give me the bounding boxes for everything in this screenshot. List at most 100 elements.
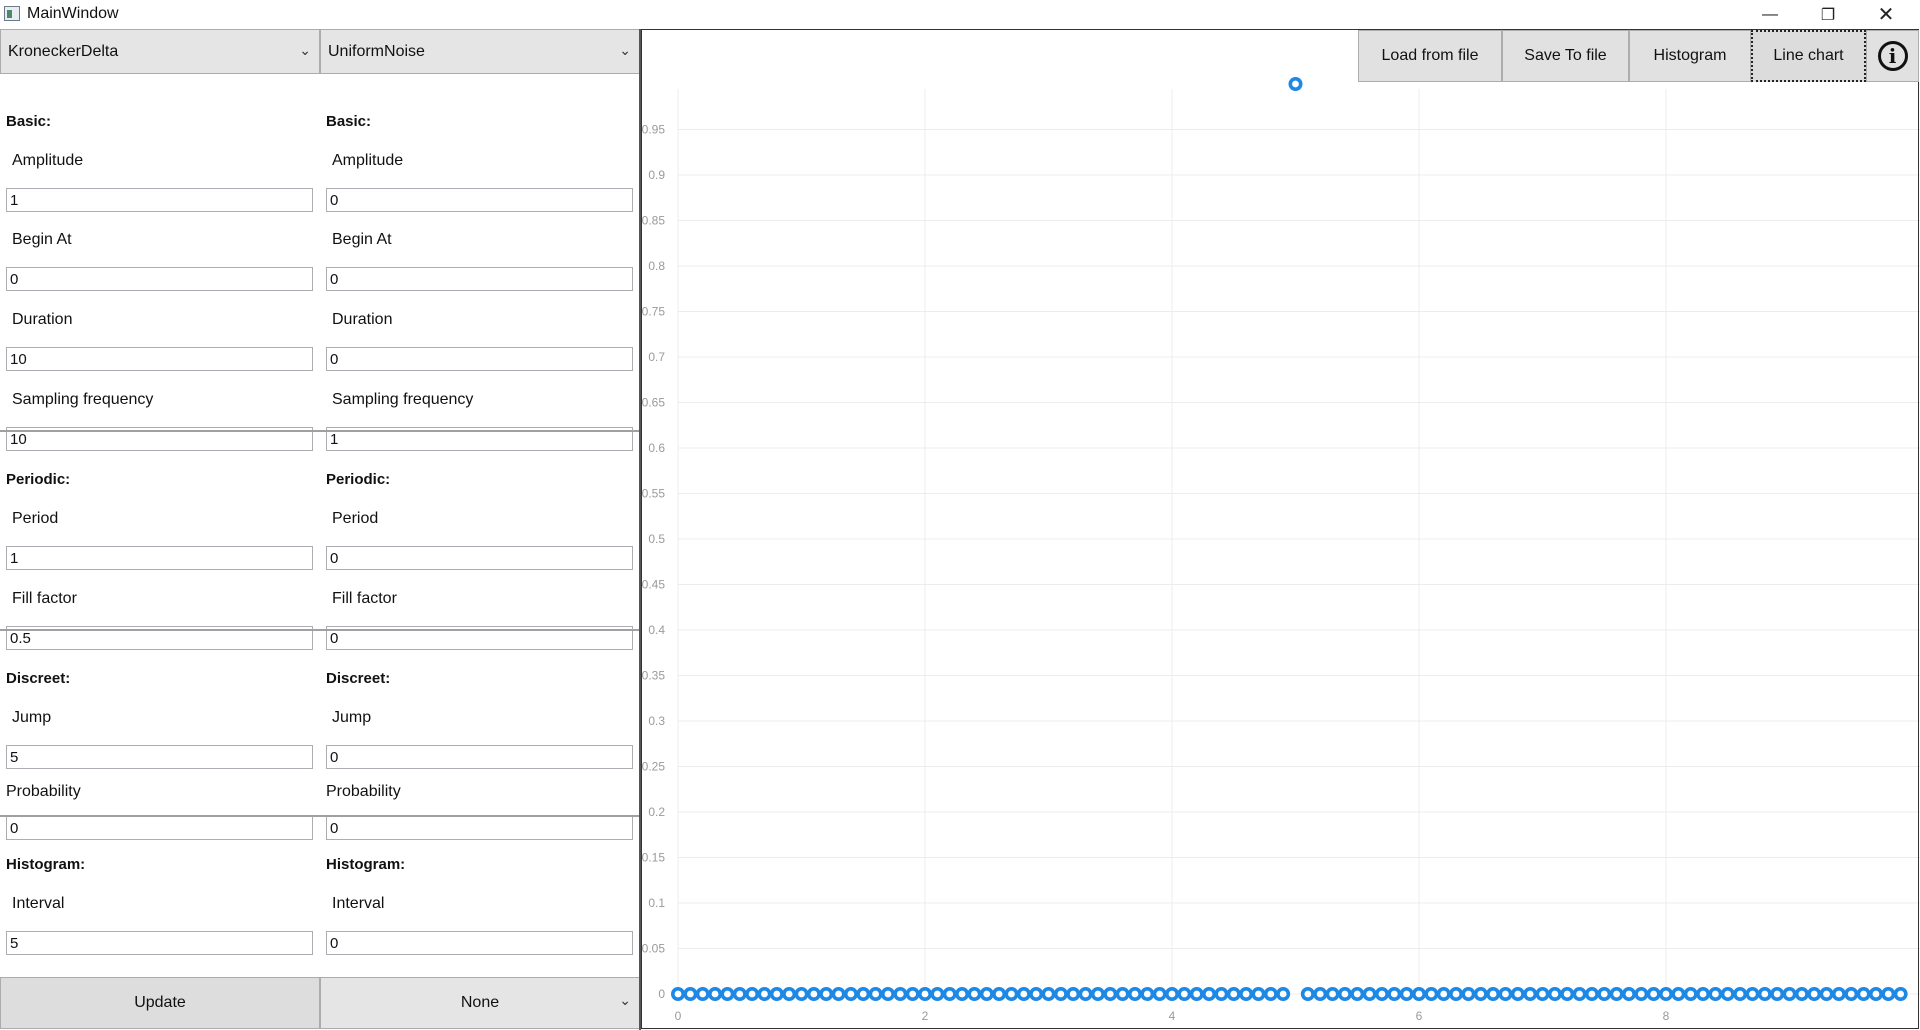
data-point	[1053, 986, 1068, 1001]
data-point	[1696, 986, 1711, 1001]
data-point	[720, 986, 735, 1001]
y-tick-label: 0.5	[648, 532, 665, 546]
data-point	[1004, 986, 1019, 1001]
close-icon[interactable]: ✕	[1858, 0, 1914, 29]
interval-input[interactable]	[326, 931, 633, 955]
data-point	[1152, 986, 1167, 1001]
interval-label: Interval	[12, 895, 65, 912]
data-point	[1634, 986, 1649, 1001]
data-point	[1856, 986, 1871, 1001]
data-point	[1807, 986, 1822, 1001]
chevron-down-icon: ⌄	[619, 992, 631, 1008]
y-tick-label: 0.25	[642, 760, 666, 774]
load-from-file-button[interactable]: Load from file	[1358, 30, 1502, 82]
x-tick-label: 4	[1169, 1009, 1176, 1023]
operation-select[interactable]: None ⌄	[320, 977, 640, 1029]
histogram-button[interactable]: Histogram	[1629, 30, 1751, 82]
y-tick-label: 0.15	[642, 851, 666, 865]
data-point	[1350, 986, 1365, 1001]
data-point	[1461, 986, 1476, 1001]
data-point	[1881, 986, 1896, 1001]
y-tick-label: 0.35	[642, 669, 666, 683]
signal-type-select-1[interactable]: KroneckerDelta ⌄	[0, 29, 320, 74]
data-point	[1313, 986, 1328, 1001]
y-tick-label: 0.7	[648, 350, 665, 364]
data-point	[1770, 986, 1785, 1001]
signal-type-select-2[interactable]: UniformNoise ⌄	[320, 29, 640, 74]
info-button[interactable]: i	[1866, 30, 1919, 82]
data-point	[1140, 986, 1155, 1001]
data-point	[1473, 986, 1488, 1001]
begin-at-input[interactable]	[6, 267, 313, 291]
sampling-frequency-label: Sampling frequency	[12, 391, 154, 408]
begin-at-input[interactable]	[326, 267, 633, 291]
data-point	[1239, 986, 1254, 1001]
data-point	[1041, 986, 1056, 1001]
data-point	[1523, 986, 1538, 1001]
amplitude-input[interactable]	[6, 188, 313, 212]
begin-at-label: Begin At	[12, 231, 72, 248]
duration-input[interactable]	[326, 347, 633, 371]
window-title: MainWindow	[27, 5, 119, 22]
data-point	[880, 986, 895, 1001]
minimize-icon[interactable]: —	[1742, 0, 1798, 29]
jump-input[interactable]	[326, 745, 633, 769]
basic-section-title: Basic:	[6, 113, 52, 130]
histogram-section-title: Histogram:	[6, 856, 86, 873]
app-icon	[4, 6, 20, 21]
line-chart-button[interactable]: Line chart	[1751, 30, 1866, 82]
data-point	[1214, 986, 1229, 1001]
histogram-section-title: Histogram:	[326, 856, 406, 873]
data-point	[670, 986, 685, 1001]
data-point	[1090, 986, 1105, 1001]
data-point	[1486, 986, 1501, 1001]
x-tick-label: 8	[1663, 1009, 1670, 1023]
data-point	[1399, 986, 1414, 1001]
data-point	[1819, 986, 1834, 1001]
data-point	[757, 986, 772, 1001]
data-point	[843, 986, 858, 1001]
basic-section-title: Basic:	[326, 113, 372, 130]
data-point	[1498, 986, 1513, 1001]
periodic-section-title: Periodic:	[6, 471, 71, 488]
data-point	[1572, 986, 1587, 1001]
period-input[interactable]	[6, 546, 313, 570]
restore-icon[interactable]: ❐	[1800, 0, 1856, 29]
data-point	[1164, 986, 1179, 1001]
probability-input[interactable]	[326, 816, 633, 840]
data-point	[1066, 986, 1081, 1001]
data-point	[1609, 986, 1624, 1001]
update-button[interactable]: Update	[0, 977, 320, 1029]
data-point	[1424, 986, 1439, 1001]
data-point	[1708, 986, 1723, 1001]
data-point	[905, 986, 920, 1001]
data-point	[1658, 986, 1673, 1001]
y-tick-label: 0.05	[642, 942, 666, 956]
data-point	[1535, 986, 1550, 1001]
data-point	[1226, 986, 1241, 1001]
section-divider	[0, 430, 640, 432]
data-point	[1757, 986, 1772, 1001]
duration-label: Duration	[332, 311, 393, 328]
probability-input[interactable]	[6, 816, 313, 840]
period-input[interactable]	[326, 546, 633, 570]
data-point	[1177, 986, 1192, 1001]
interval-input[interactable]	[6, 931, 313, 955]
duration-input[interactable]	[6, 347, 313, 371]
y-tick-label: 0.4	[648, 623, 665, 637]
data-point	[942, 986, 957, 1001]
data-point	[1720, 986, 1735, 1001]
y-tick-label: 0.6	[648, 441, 665, 455]
y-tick-label: 0	[658, 987, 665, 1001]
discreet-section-title: Discreet:	[6, 670, 71, 687]
save-to-file-button[interactable]: Save To file	[1502, 30, 1629, 82]
line-chart: 0 0.05 0.1 0.15 0.2 0.25 0.3 0.35 0.4 0.45 0.5 0.55…	[642, 76, 1920, 1023]
y-tick-label: 0.65	[642, 396, 666, 410]
data-point	[1387, 986, 1402, 1001]
amplitude-input[interactable]	[326, 188, 633, 212]
sampling-frequency-label: Sampling frequency	[332, 391, 474, 408]
jump-input[interactable]	[6, 745, 313, 769]
data-point	[1794, 986, 1809, 1001]
duration-label: Duration	[12, 311, 73, 328]
data-point	[1831, 986, 1846, 1001]
